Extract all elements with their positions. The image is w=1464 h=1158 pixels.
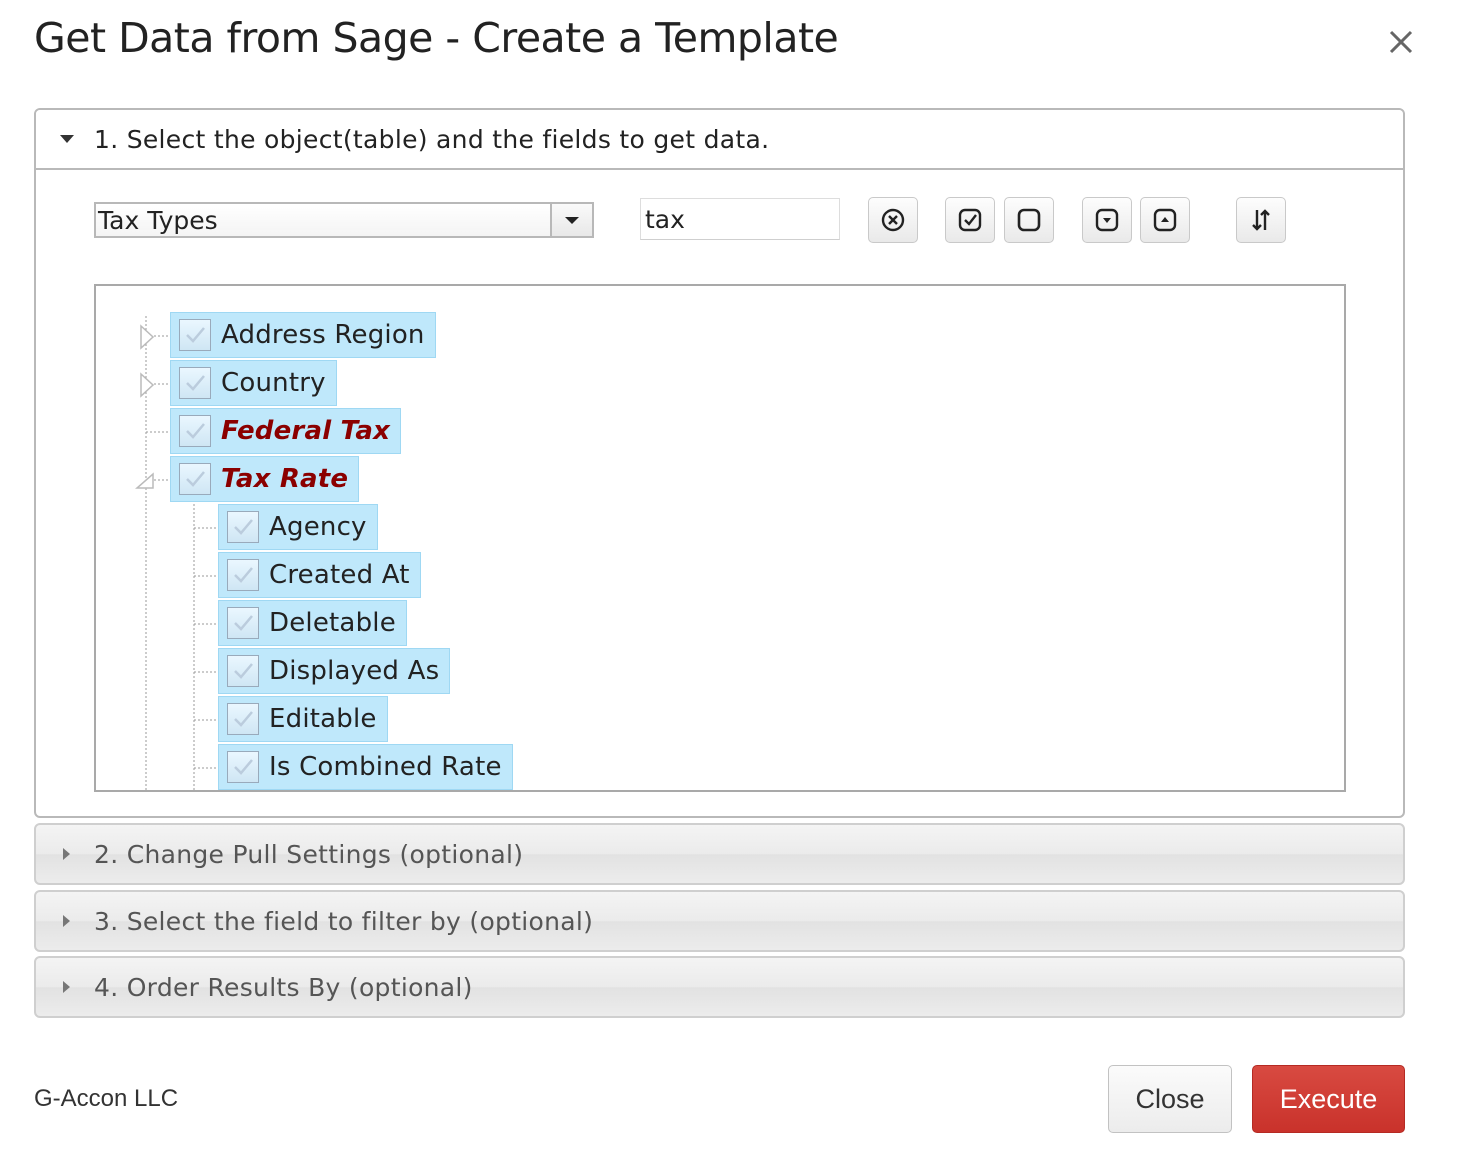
tree-node[interactable]: Editable <box>218 696 388 742</box>
section-order-results[interactable]: 4. Order Results By (optional) <box>34 956 1405 1018</box>
tree-node[interactable]: Country <box>170 360 337 406</box>
section-4-label: 4. Order Results By (optional) <box>94 972 473 1002</box>
dropdown-arrow-icon[interactable] <box>550 204 592 236</box>
expand-all-button[interactable] <box>1082 197 1132 243</box>
checkbox-checked-icon[interactable] <box>179 367 211 399</box>
tree-node[interactable]: Tax Rate <box>170 456 360 502</box>
tree-node-label: Address Region <box>221 320 425 350</box>
checkbox-checked-icon[interactable] <box>179 319 211 351</box>
expand-address-region-icon[interactable] <box>138 322 158 352</box>
section-3-label: 3. Select the field to filter by (option… <box>94 906 594 936</box>
collapse-all-icon <box>1153 208 1177 232</box>
sort-icon <box>1252 209 1270 231</box>
section-filter-field[interactable]: 3. Select the field to filter by (option… <box>34 890 1405 952</box>
tree-node-label: Created At <box>269 560 410 590</box>
object-select-value: Tax Types <box>98 205 218 235</box>
object-select[interactable]: Tax Types <box>94 202 594 238</box>
expand-triangle-icon <box>63 848 70 860</box>
checkbox-checked-icon[interactable] <box>227 751 259 783</box>
section-1-header[interactable]: 1. Select the object(table) and the fiel… <box>36 110 1403 170</box>
tree-node[interactable]: Federal Tax <box>170 408 402 454</box>
tree-node-label: Editable <box>269 704 377 734</box>
tree-node-label: Agency <box>269 512 367 542</box>
tree-node-label: Deletable <box>269 608 396 638</box>
tree-node-label: Displayed As <box>269 656 440 686</box>
sort-button[interactable] <box>1236 197 1286 243</box>
collapse-triangle-icon <box>60 135 74 143</box>
brand-label: G-Accon LLC <box>34 1085 179 1112</box>
tree-node[interactable]: Created At <box>218 552 421 598</box>
tree-node[interactable]: Address Region <box>170 312 436 358</box>
collapse-tax-rate-icon[interactable] <box>134 466 154 496</box>
checkbox-checked-icon[interactable] <box>227 511 259 543</box>
tree-node-label: Country <box>221 368 326 398</box>
expand-triangle-icon <box>63 981 70 993</box>
clear-search-button[interactable] <box>868 197 918 243</box>
tree-node-label: Is Combined Rate <box>269 752 502 782</box>
tree-node-label: Tax Rate <box>221 464 349 494</box>
checkbox-checked-icon[interactable] <box>227 655 259 687</box>
uncheck-all-button[interactable] <box>1004 197 1054 243</box>
checkbox-checked-icon[interactable] <box>227 559 259 591</box>
close-dialog-icon[interactable] <box>1381 22 1421 62</box>
execute-button[interactable]: Execute <box>1252 1065 1405 1133</box>
collapse-all-button[interactable] <box>1140 197 1190 243</box>
clear-search-icon <box>881 208 905 232</box>
tree-node[interactable]: Deletable <box>218 600 407 646</box>
close-button[interactable]: Close <box>1108 1065 1232 1133</box>
checkbox-checked-icon[interactable] <box>179 415 211 447</box>
expand-all-icon <box>1095 208 1119 232</box>
tree-node-label: Federal Tax <box>221 416 391 446</box>
check-all-button[interactable] <box>945 197 995 243</box>
dialog-title: Get Data from Sage - Create a Template <box>34 14 839 62</box>
section-select-object: 1. Select the object(table) and the fiel… <box>34 108 1405 818</box>
checkbox-checked-icon[interactable] <box>227 607 259 639</box>
tree-node[interactable]: Displayed As <box>218 648 451 694</box>
checkbox-checked-icon[interactable] <box>227 703 259 735</box>
field-tree: Address Region Country Federal Tax Tax R… <box>94 284 1346 792</box>
section-2-label: 2. Change Pull Settings (optional) <box>94 839 524 869</box>
tree-node[interactable]: Agency <box>218 504 378 550</box>
expand-country-icon[interactable] <box>138 370 158 400</box>
uncheck-all-icon <box>1017 208 1041 232</box>
field-search-input[interactable] <box>640 198 840 240</box>
check-all-icon <box>958 208 982 232</box>
section-pull-settings[interactable]: 2. Change Pull Settings (optional) <box>34 823 1405 885</box>
tree-node[interactable]: Is Combined Rate <box>218 744 513 790</box>
expand-triangle-icon <box>63 915 70 927</box>
checkbox-checked-icon[interactable] <box>179 463 211 495</box>
section-1-label: 1. Select the object(table) and the fiel… <box>94 124 770 154</box>
